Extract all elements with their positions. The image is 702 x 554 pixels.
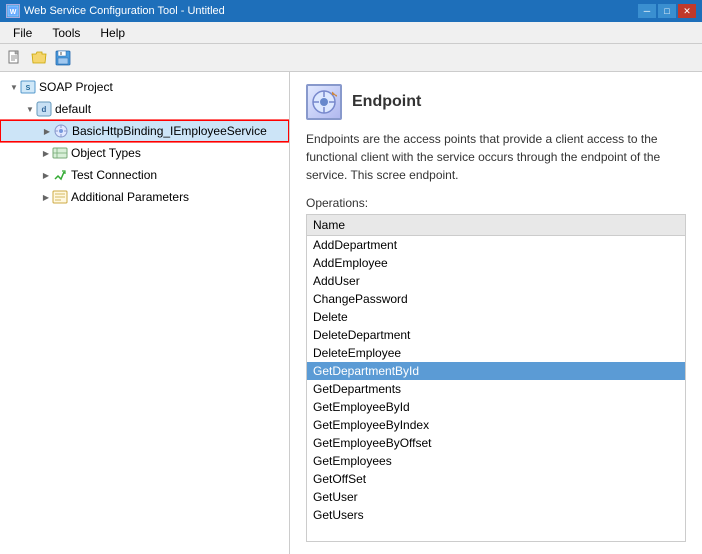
- menu-help[interactable]: Help: [91, 23, 134, 43]
- endpoint-icon: [53, 123, 69, 139]
- additional-params-label: Additional Parameters: [71, 190, 189, 204]
- svg-text:S: S: [26, 85, 31, 92]
- test-connection-label: Test Connection: [71, 168, 157, 182]
- operation-row[interactable]: GetDepartmentById: [307, 362, 685, 380]
- default-icon: d: [36, 101, 52, 117]
- open-button[interactable]: [28, 47, 50, 69]
- operation-row[interactable]: GetEmployeeByIndex: [307, 416, 685, 434]
- operation-row[interactable]: DeleteDepartment: [307, 326, 685, 344]
- endpoint-label: BasicHttpBinding_IEmployeeService: [72, 124, 267, 138]
- expand-arrow-endpoint: ▶: [41, 125, 53, 137]
- expand-arrow-test: ▶: [40, 169, 52, 181]
- default-label: default: [55, 102, 91, 116]
- close-button[interactable]: ✕: [678, 4, 696, 18]
- tree-item-default[interactable]: ▼ d default: [0, 98, 289, 120]
- title-bar: W Web Service Configuration Tool - Untit…: [0, 0, 702, 22]
- svg-text:d: d: [42, 105, 47, 114]
- window-controls: ─ □ ✕: [638, 4, 696, 18]
- operation-row[interactable]: GetEmployees: [307, 452, 685, 470]
- soap-project-icon: S: [20, 79, 36, 95]
- window-title: Web Service Configuration Tool - Untitle…: [24, 5, 225, 17]
- operation-row[interactable]: GetEmployeeByOffset: [307, 434, 685, 452]
- right-panel: Endpoint Endpoints are the access points…: [290, 72, 702, 554]
- menu-tools[interactable]: Tools: [43, 23, 89, 43]
- soap-project-label: SOAP Project: [39, 80, 113, 94]
- endpoint-description: Endpoints are the access points that pro…: [306, 130, 686, 184]
- operation-row[interactable]: AddEmployee: [307, 254, 685, 272]
- operation-row[interactable]: GetOffSet: [307, 470, 685, 488]
- tree-item-test-connection[interactable]: ▶ Test Connection: [0, 164, 289, 186]
- menu-file[interactable]: File: [4, 23, 41, 43]
- additional-params-icon: [52, 189, 68, 205]
- tree-item-additional-params[interactable]: ▶ Additional Parameters: [0, 186, 289, 208]
- new-button[interactable]: [4, 47, 26, 69]
- expand-arrow: ▼: [8, 81, 20, 93]
- svg-text:W: W: [10, 9, 17, 16]
- object-types-label: Object Types: [71, 146, 141, 160]
- test-connection-icon: [52, 167, 68, 183]
- toolbar: [0, 44, 702, 72]
- maximize-button[interactable]: □: [658, 4, 676, 18]
- app-icon: W: [6, 4, 20, 18]
- operation-row[interactable]: ChangePassword: [307, 290, 685, 308]
- save-button[interactable]: [52, 47, 74, 69]
- tree-item-soap-project[interactable]: ▼ S SOAP Project: [0, 76, 289, 98]
- endpoint-icon-large: [306, 84, 342, 120]
- operation-row[interactable]: GetUser: [307, 488, 685, 506]
- operation-row[interactable]: DeleteEmployee: [307, 344, 685, 362]
- operation-row[interactable]: GetUsers: [307, 506, 685, 524]
- operations-table: Name AddDepartmentAddEmployeeAddUserChan…: [306, 214, 686, 542]
- endpoint-title: Endpoint: [352, 93, 421, 111]
- expand-arrow-object: ▶: [40, 147, 52, 159]
- endpoint-header: Endpoint: [306, 84, 686, 120]
- object-types-icon: [52, 145, 68, 161]
- operation-row[interactable]: AddUser: [307, 272, 685, 290]
- minimize-button[interactable]: ─: [638, 4, 656, 18]
- operation-row[interactable]: AddDepartment: [307, 236, 685, 254]
- expand-arrow-params: ▶: [40, 191, 52, 203]
- operation-row[interactable]: GetDepartments: [307, 380, 685, 398]
- left-panel: ▼ S SOAP Project ▼ d default ▶: [0, 72, 290, 554]
- menu-bar: File Tools Help: [0, 22, 702, 44]
- tree-item-object-types[interactable]: ▶ Object Types: [0, 142, 289, 164]
- main-content: ▼ S SOAP Project ▼ d default ▶: [0, 72, 702, 554]
- expand-arrow-default: ▼: [24, 103, 36, 115]
- operation-row[interactable]: Delete: [307, 308, 685, 326]
- operations-column-header: Name: [307, 215, 685, 236]
- tree-item-endpoint[interactable]: ▶ BasicHttpBinding_IEmployeeService: [0, 120, 289, 142]
- operation-row[interactable]: GetEmployeeById: [307, 398, 685, 416]
- operations-label: Operations:: [306, 196, 686, 210]
- operations-list: AddDepartmentAddEmployeeAddUserChangePas…: [307, 236, 685, 524]
